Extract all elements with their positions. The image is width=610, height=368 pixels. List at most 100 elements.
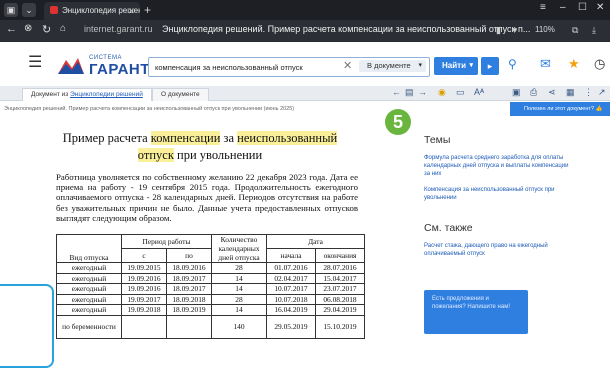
tab-document[interactable]: Документ из Энциклопедии решений [22,88,152,101]
callout-frame [0,284,54,368]
theme-link[interactable]: Компенсация за неиспользованный отпуск п… [424,186,574,202]
table-header: окончания [315,248,365,263]
main-menu-icon[interactable]: ☰ [28,55,42,71]
feedback-banner[interactable]: Есть предложения и пожелания? Напишите н… [424,290,528,334]
table-cell: 29.05.2019 [266,314,316,339]
table-cell [166,314,212,339]
save-icon[interactable]: ▣ [512,87,521,98]
table-row: ежегодный 19.09.2016 18.09.2017 14 02.04… [56,272,365,284]
find-button[interactable]: Найти ▾ [434,57,478,75]
favicon-icon [50,6,58,14]
table-row: ежегодный 19.09.2015 18.09.2016 28 01.07… [56,262,365,274]
bookmark-tool-icon[interactable]: ▭ [456,87,465,98]
garant-header: ☰ СИСТЕМА ГАРАНТ ✕ В документе ▾ Найти ▾… [0,42,610,87]
table-cell: 140 [211,314,267,339]
table-header: Количество календарных дней отпуска [211,234,267,263]
search-highlight: отпуск [137,148,174,162]
table-header: Вид отпуска [56,234,122,263]
document-icon[interactable]: ▤ [405,87,414,98]
table-cell: 19.09.2016 [121,283,167,295]
title-part: Пример расчета [62,131,151,145]
helpful-label: Полезен ли этот документ? [524,106,594,112]
smart-search-icon[interactable]: ◉ [438,87,446,98]
title-part: при увольнении [173,148,263,162]
helpful-feedback-button[interactable]: Полезен ли этот документ? 👍 [510,102,610,116]
browser-menu-icon[interactable]: ▣ [4,3,18,17]
bookmarks-icon[interactable]: ▮ [496,25,501,36]
address-bar: ← ⊗ ↻ ⌂ internet.garant.ru Энциклопедия … [0,20,610,42]
forward-icon[interactable]: ⊗ [24,23,32,34]
table-header: по [166,248,212,263]
tab-about-document[interactable]: О документе [152,88,209,101]
find-next-button[interactable]: ▸ [481,57,499,75]
forward-arrow-icon[interactable]: → [418,87,427,97]
print-icon[interactable]: ⎙ [530,87,537,98]
table-cell: 10.07.2018 [266,293,316,305]
font-size-icon[interactable]: Aᴬ [474,87,484,97]
logo-text: ГАРАНТ [89,61,150,78]
theme-link[interactable]: Формула расчета среднего заработка для о… [424,154,574,178]
back-icon[interactable]: ← [6,23,17,35]
more-icon[interactable]: ⋮ [584,87,593,98]
export-icon[interactable]: ▦ [566,87,575,98]
page-title-text: Энциклопедия решений. Пример расчета ком… [162,24,531,34]
search-input[interactable] [153,59,345,75]
extensions-icon[interactable]: ⧉ [572,25,578,36]
table-header: с [121,248,167,263]
table-cell: 15.04.2017 [315,272,365,284]
table-cell: 19.09.2015 [121,262,167,274]
tab-close-icon[interactable]: ✕ [127,2,135,20]
search-clear-icon[interactable]: ✕ [343,59,352,73]
filter-icon[interactable]: ⚲ [508,57,517,71]
favorites-icon[interactable]: ★ [568,56,580,72]
table-cell: 29.04.2019 [315,304,365,316]
share-icon[interactable]: ⋖ [548,87,556,98]
table-row: по беременности 140 29.05.2019 15.10.201… [56,314,365,339]
table-cell: 19.09.2016 [121,272,167,284]
table-cell: ежегодный [56,293,122,305]
find-button-label: Найти [442,61,466,70]
table-cell: ежегодный [56,262,122,274]
themes-heading: Темы [424,134,451,146]
url-text[interactable]: internet.garant.ru [84,24,153,34]
collapse-icon[interactable]: ↗ [598,87,606,98]
vacation-table: Вид отпуска Период работы Количество кал… [56,234,365,339]
history-icon[interactable]: ◷ [594,56,605,72]
home-icon[interactable]: ⌂ [60,23,66,34]
document-title: Пример расчета компенсации за неиспользо… [20,130,380,164]
downloads-icon[interactable]: ⤓ [592,25,596,36]
document-tabs: Документ из Энциклопедии решений О докум… [0,86,610,101]
zoom-level[interactable]: 110% [535,25,555,34]
bookmark-icon[interactable]: ♥ [512,25,517,35]
table-cell: 14 [211,272,267,284]
browser-tab[interactable]: Энциклопедия решени ✕ [44,2,140,20]
search-scope-select[interactable]: В документе ▾ [359,60,426,72]
maximize-icon[interactable]: ☐ [578,2,587,13]
see-also-link[interactable]: Расчет стажа, дающего право на ежегодный… [424,242,574,258]
table-cell: по беременности [56,314,122,339]
mail-icon[interactable]: ✉ [540,56,551,72]
thumbs-up-icon[interactable]: 👍 [595,106,602,112]
table-cell: 16.04.2019 [266,304,316,316]
table-cell: ежегодный [56,272,122,284]
table-header: начала [266,248,316,263]
minimize-icon[interactable]: – [560,2,566,13]
title-part: за [220,131,238,145]
table-cell: 19.09.2017 [121,293,167,305]
window-menu-icon[interactable]: ≡ [540,2,546,13]
search-scope-label: В документе [367,61,411,70]
back-arrow-icon[interactable]: ← [392,87,401,97]
search-highlight: компенсации [150,131,221,145]
table-cell: ежегодный [56,304,122,316]
table-cell: 28 [211,262,267,274]
reload-icon[interactable]: ↻ [42,23,51,36]
table-header: Дата [266,234,365,249]
chevron-down-icon: ▾ [469,62,473,69]
tab-list-icon[interactable]: ⌄ [22,3,36,17]
table-cell: 19.09.2018 [121,304,167,316]
table-cell: 15.10.2019 [315,314,365,339]
search-box: ✕ В документе ▾ [148,57,430,77]
new-tab-button[interactable]: + [144,3,151,17]
tab-document-link[interactable]: Энциклопедии решений [70,91,143,98]
close-window-icon[interactable]: ✕ [596,2,604,13]
